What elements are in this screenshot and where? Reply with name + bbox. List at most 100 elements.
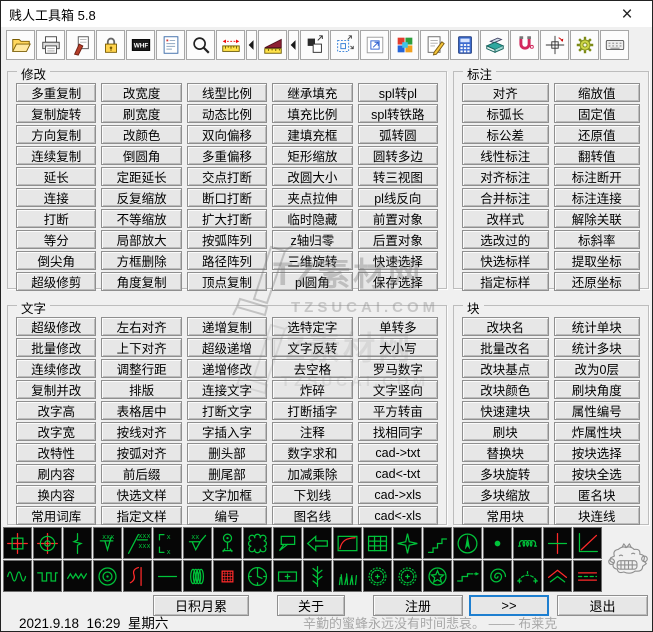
tool-button[interactable]: 超级修改 bbox=[16, 317, 97, 336]
tool-button[interactable]: 罗马数字 bbox=[357, 359, 439, 378]
tool-button[interactable]: 加减乘除 bbox=[272, 464, 353, 483]
break-symbol-icon[interactable] bbox=[63, 527, 92, 559]
purge-brush-button[interactable] bbox=[66, 30, 95, 60]
more-button[interactable]: >> bbox=[469, 595, 549, 616]
tool-button[interactable]: 改字宽 bbox=[16, 422, 97, 441]
tool-button[interactable]: 刷宽度 bbox=[101, 104, 182, 123]
tool-button[interactable]: 还原坐标 bbox=[553, 272, 640, 291]
tool-button[interactable]: 超级递增 bbox=[186, 338, 268, 357]
roughness-xxx-icon[interactable]: xxx bbox=[93, 527, 122, 559]
tool-button[interactable]: 统计单块 bbox=[553, 317, 640, 336]
tool-button[interactable]: 换内容 bbox=[16, 485, 97, 504]
tool-button[interactable]: 前置对象 bbox=[357, 209, 439, 228]
tool-button[interactable]: 线性标注 bbox=[462, 146, 549, 165]
tool-button[interactable]: 线型比例 bbox=[186, 83, 268, 102]
cross-mark-icon[interactable] bbox=[543, 527, 572, 559]
tool-button[interactable]: 指定标样 bbox=[462, 272, 549, 291]
roughness-check-icon[interactable]: xx bbox=[183, 527, 212, 559]
tool-button[interactable]: 改特性 bbox=[16, 443, 97, 462]
step-line-icon[interactable] bbox=[423, 527, 452, 559]
tool-button[interactable]: 反复缩放 bbox=[101, 188, 182, 207]
concentric-circles-icon[interactable] bbox=[93, 560, 122, 592]
tool-button[interactable]: 找相同字 bbox=[357, 422, 439, 441]
tool-button[interactable]: pl线反向 bbox=[357, 188, 439, 207]
gear-button[interactable] bbox=[570, 30, 599, 60]
tool-button[interactable]: 改颜色 bbox=[101, 125, 182, 144]
tool-button[interactable]: 改块名 bbox=[462, 317, 549, 336]
north-arrow-icon[interactable] bbox=[453, 527, 482, 559]
close-button[interactable]: × bbox=[610, 2, 644, 26]
tool-button[interactable]: 多块缩放 bbox=[462, 485, 549, 504]
tool-button[interactable]: 扩大打断 bbox=[186, 209, 268, 228]
tool-button[interactable]: 延长 bbox=[16, 167, 97, 186]
notepad-edit-button[interactable] bbox=[420, 30, 449, 60]
tool-button[interactable]: 字插入字 bbox=[186, 422, 268, 441]
tool-button[interactable]: 解除关联 bbox=[553, 209, 640, 228]
tool-button[interactable]: 图名线 bbox=[272, 506, 353, 525]
tool-button[interactable]: 弧转圆 bbox=[357, 125, 439, 144]
tool-button[interactable]: 标斜率 bbox=[553, 230, 640, 249]
tool-button[interactable]: cad->xls bbox=[357, 485, 439, 504]
tool-button[interactable]: 平方转亩 bbox=[357, 401, 439, 420]
tool-button[interactable]: 批量改名 bbox=[462, 338, 549, 357]
tool-button[interactable]: 路径阵列 bbox=[186, 251, 268, 270]
tool-button[interactable]: 复制并改 bbox=[16, 380, 97, 399]
tool-button[interactable]: 批量修改 bbox=[16, 338, 97, 357]
hatch-square-icon[interactable] bbox=[213, 560, 242, 592]
zoom-extents-button[interactable] bbox=[360, 30, 389, 60]
tool-button[interactable]: 倒圆角 bbox=[101, 146, 182, 165]
arrow-left-icon[interactable] bbox=[303, 527, 332, 559]
coil-small-icon[interactable] bbox=[513, 527, 542, 559]
tool-button[interactable]: 刷块角度 bbox=[553, 380, 640, 399]
tool-button[interactable]: 匿名块 bbox=[553, 485, 640, 504]
tool-button[interactable]: 连续修改 bbox=[16, 359, 97, 378]
tool-button[interactable]: 文字反转 bbox=[272, 338, 353, 357]
tool-button[interactable]: 填充比例 bbox=[272, 104, 353, 123]
tool-button[interactable]: 去空格 bbox=[272, 359, 353, 378]
tool-button[interactable]: 临时隐藏 bbox=[272, 209, 353, 228]
burst-star-a-icon[interactable] bbox=[363, 560, 392, 592]
tool-button[interactable]: 打断插字 bbox=[272, 401, 353, 420]
crosshair-target-button[interactable] bbox=[540, 30, 569, 60]
tool-button[interactable]: 按弧对齐 bbox=[101, 443, 182, 462]
tool-button[interactable]: 角度复制 bbox=[101, 272, 182, 291]
tool-button[interactable]: 下划线 bbox=[272, 485, 353, 504]
tool-button[interactable]: 快选文样 bbox=[101, 485, 182, 504]
tool-button[interactable]: 前后缀 bbox=[101, 464, 182, 483]
tool-button[interactable]: 连接文字 bbox=[186, 380, 268, 399]
tool-button[interactable]: 转三视图 bbox=[357, 167, 439, 186]
tool-button[interactable]: 注释 bbox=[272, 422, 353, 441]
tool-button[interactable]: 属性编号 bbox=[553, 401, 640, 420]
spring-coil-icon[interactable] bbox=[183, 560, 212, 592]
tool-button[interactable]: 文字竖向 bbox=[357, 380, 439, 399]
tool-button[interactable]: 打断 bbox=[16, 209, 97, 228]
tool-button[interactable]: 倒尖角 bbox=[16, 251, 97, 270]
measure-flyout-button[interactable] bbox=[246, 30, 257, 60]
tool-button[interactable]: 固定值 bbox=[553, 104, 640, 123]
tool-button[interactable]: 对齐 bbox=[462, 83, 549, 102]
tool-button[interactable]: 提取坐标 bbox=[553, 251, 640, 270]
tool-button[interactable]: 保存选择 bbox=[357, 272, 439, 291]
tool-button[interactable]: 刷块 bbox=[462, 422, 549, 441]
zigzag-wave-icon[interactable] bbox=[63, 560, 92, 592]
tool-button[interactable]: 改块基点 bbox=[462, 359, 549, 378]
magnifier-button[interactable] bbox=[186, 30, 215, 60]
tool-button[interactable]: 多重偏移 bbox=[186, 146, 268, 165]
tool-button[interactable]: 连接 bbox=[16, 188, 97, 207]
magnet-button[interactable] bbox=[510, 30, 539, 60]
tool-button[interactable]: 交点打断 bbox=[186, 167, 268, 186]
print-button[interactable] bbox=[36, 30, 65, 60]
tool-button[interactable]: 多重复制 bbox=[16, 83, 97, 102]
open-folder-button[interactable] bbox=[6, 30, 35, 60]
tool-button[interactable]: spl转铁路 bbox=[357, 104, 439, 123]
burst-star-b-icon[interactable] bbox=[393, 560, 422, 592]
tool-button[interactable]: 统计多块 bbox=[553, 338, 640, 357]
tool-button[interactable]: 还原值 bbox=[553, 125, 640, 144]
tool-button[interactable]: 刷内容 bbox=[16, 464, 97, 483]
tool-button[interactable]: 左右对齐 bbox=[101, 317, 182, 336]
axis-chart-icon[interactable] bbox=[573, 527, 602, 559]
slope-ratio-icon[interactable]: xxx xxx bbox=[123, 527, 152, 559]
tool-button[interactable]: 打断文字 bbox=[186, 401, 268, 420]
tool-button[interactable]: 炸属性块 bbox=[553, 422, 640, 441]
tool-button[interactable]: 改字高 bbox=[16, 401, 97, 420]
